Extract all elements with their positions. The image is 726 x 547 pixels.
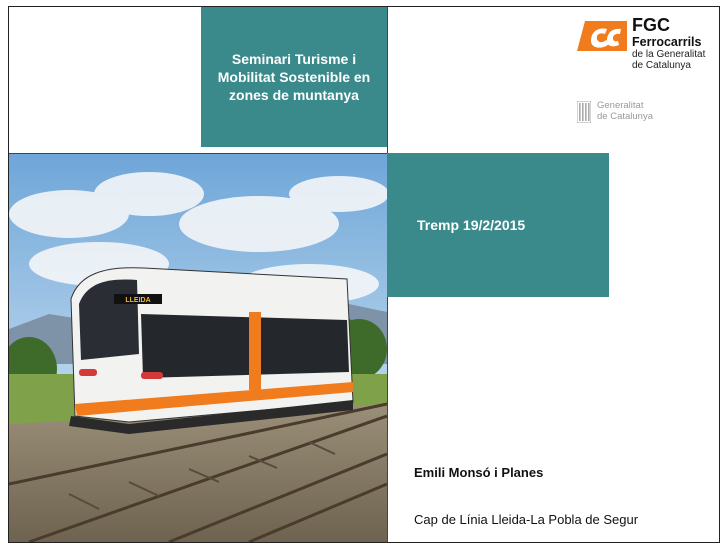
title-box: Seminari Turisme i Mobilitat Sostenible … xyxy=(201,7,387,147)
fgc-subtitle-line3: de Catalunya xyxy=(632,60,691,71)
title-slide: Seminari Turisme i Mobilitat Sostenible … xyxy=(8,6,720,543)
fgc-logo: FGC Ferrocarrils de la Generalitat de Ca… xyxy=(575,13,719,73)
fgc-mark-icon xyxy=(577,21,627,51)
date-box: Tremp 19/2/2015 xyxy=(387,153,609,297)
slide-title: Seminari Turisme i Mobilitat Sostenible … xyxy=(217,51,371,103)
author-role: Cap de Línia Lleida-La Pobla de Segur xyxy=(414,512,639,527)
destination-sign: LLEIDA xyxy=(125,297,150,304)
fgc-subtitle: Ferrocarrils xyxy=(632,35,702,49)
event-date: Tremp 19/2/2015 xyxy=(417,217,526,233)
train-photo: LLEIDA xyxy=(9,154,387,542)
author-name: Emili Monsó i Planes xyxy=(414,465,544,480)
fgc-name: FGC xyxy=(632,15,670,35)
generalitat-logo: Generalitat de Catalunya xyxy=(575,99,719,129)
generalitat-label-line2: de Catalunya xyxy=(597,111,653,122)
fgc-subtitle-line2: de la Generalitat xyxy=(632,49,706,60)
generalitat-label-line1: Generalitat xyxy=(597,100,644,111)
generalitat-emblem-icon xyxy=(577,101,591,123)
